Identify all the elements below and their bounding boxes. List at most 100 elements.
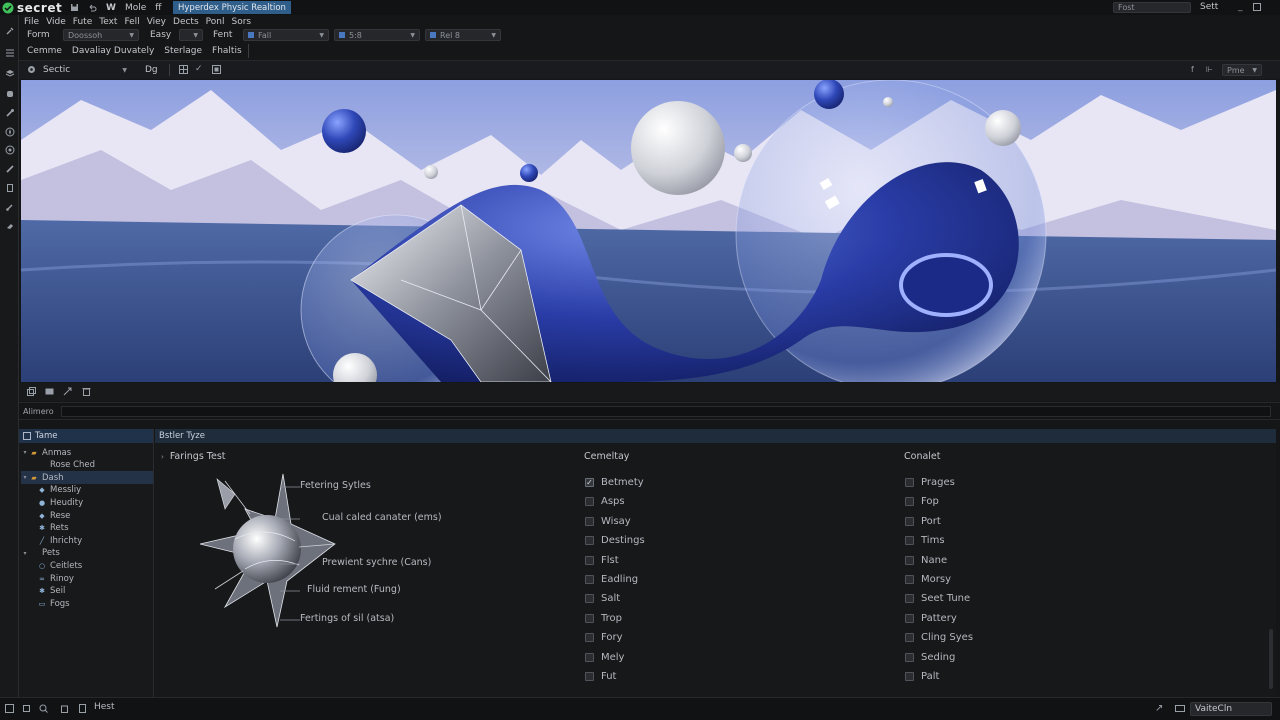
checkbox[interactable] — [905, 575, 914, 584]
option-row[interactable]: Fory — [585, 632, 623, 643]
option-row[interactable]: Destings — [585, 535, 645, 546]
option-row[interactable]: Prages — [905, 477, 955, 488]
checkbox[interactable] — [905, 594, 914, 604]
menu-fell[interactable]: Fell — [124, 17, 139, 27]
checkbox[interactable] — [585, 555, 594, 565]
option-row[interactable]: Pattery — [905, 613, 957, 624]
share-icon[interactable]: ↗ — [1155, 703, 1163, 714]
scrollbar[interactable] — [1269, 629, 1273, 689]
checkbox[interactable] — [905, 633, 914, 643]
search-input[interactable]: Fost — [1113, 2, 1191, 13]
section-heading[interactable]: › Farings Test — [161, 451, 226, 462]
tree-item[interactable]: ▾ Pets — [21, 547, 153, 560]
tree-item[interactable]: ▾ ▰ Dash — [21, 471, 153, 485]
option-row[interactable]: Asps — [585, 496, 625, 507]
checkbox[interactable] — [905, 672, 914, 681]
maximize-icon[interactable] — [1252, 3, 1261, 11]
option-row[interactable]: Nane — [905, 555, 947, 566]
frame-icon[interactable] — [212, 65, 221, 74]
tab-davaliay[interactable]: Davaliay Duvately — [72, 46, 154, 56]
tree-item[interactable]: ○ Ceitlets — [21, 559, 153, 572]
option-row[interactable]: Port — [905, 516, 941, 527]
trash-icon[interactable] — [60, 704, 69, 713]
checkbox[interactable] — [585, 536, 594, 546]
status-left-label[interactable]: Hest — [94, 702, 115, 712]
wave-icon[interactable]: W — [106, 3, 116, 13]
form-select[interactable]: Doossoh ▼ — [63, 29, 139, 41]
tree-item[interactable]: ✱ Seil — [21, 585, 153, 598]
frame-icon[interactable]: ⊩ — [1206, 65, 1213, 74]
menu-vide[interactable]: Vide — [46, 17, 66, 27]
grid-icon[interactable] — [5, 704, 14, 713]
chevron-down-icon[interactable]: ▾ — [21, 449, 29, 456]
checkbox[interactable] — [905, 555, 914, 565]
tree-item[interactable]: ∞ Rinoy — [21, 572, 153, 585]
option-row[interactable]: Wisay — [585, 516, 631, 527]
tree-item[interactable]: ✱ Rets — [21, 522, 153, 535]
chevron-down-icon[interactable]: ▾ — [21, 474, 29, 481]
rel-field[interactable]: Rel 8 ▼ — [425, 29, 501, 41]
checkbox[interactable] — [585, 594, 594, 604]
frame-icon[interactable] — [22, 704, 31, 713]
mode-icon[interactable]: Mole — [125, 3, 146, 13]
film-icon[interactable] — [45, 387, 54, 396]
tree-item[interactable]: ╱ Ihrichty — [21, 534, 153, 547]
target-icon[interactable] — [3, 143, 17, 157]
tree-item[interactable]: ▾ ▰ Anmas — [21, 446, 153, 459]
compass-icon[interactable] — [3, 125, 17, 139]
option-row[interactable]: ✓ Betmety — [585, 477, 644, 488]
copy-icon[interactable] — [27, 387, 36, 396]
trash-icon[interactable] — [82, 387, 91, 396]
option-row[interactable]: Eadling — [585, 574, 638, 585]
viewport[interactable] — [21, 80, 1276, 382]
undo-icon[interactable] — [88, 3, 97, 12]
checkbox[interactable] — [905, 652, 914, 662]
option-row[interactable]: Morsy — [905, 574, 951, 585]
checkbox[interactable] — [585, 652, 594, 662]
tab-fhaltis[interactable]: Fhaltis — [212, 46, 242, 56]
document-tab[interactable]: Hyperdex Physic Realtion — [173, 1, 291, 14]
hand-icon[interactable] — [3, 86, 17, 100]
brush-icon[interactable] — [3, 200, 17, 214]
checkbox[interactable] — [905, 478, 914, 487]
chevron-down-icon[interactable]: ▾ — [21, 550, 29, 557]
menu-icon[interactable] — [3, 46, 17, 60]
document-icon[interactable] — [78, 704, 87, 713]
option-row[interactable]: Seet Tune — [905, 593, 970, 604]
checkbox[interactable] — [905, 536, 914, 546]
checkbox[interactable] — [585, 516, 594, 526]
tree-item[interactable]: ◆ Rese — [21, 509, 153, 522]
fill-field[interactable]: Fall ▼ — [243, 29, 329, 41]
menu-text[interactable]: Text — [99, 17, 117, 27]
checkbox[interactable] — [585, 613, 594, 623]
option-row[interactable]: Tims — [905, 535, 945, 546]
menu-fute[interactable]: Fute — [73, 17, 92, 27]
menu-sors[interactable]: Sors — [231, 17, 251, 27]
function-icon[interactable]: ff — [155, 3, 161, 13]
tab-sterlage[interactable]: Sterlage — [164, 46, 202, 56]
tree-item[interactable]: Rose Ched — [21, 459, 153, 472]
tree-item[interactable]: ◆ Messliy — [21, 484, 153, 497]
minimize-icon[interactable]: _ — [1238, 2, 1243, 12]
checkbox[interactable]: ✓ — [585, 478, 594, 487]
timeline-scrub[interactable] — [61, 406, 1271, 417]
gear-icon[interactable] — [27, 65, 36, 74]
wrench-icon[interactable] — [3, 106, 17, 120]
option-row[interactable]: Salt — [585, 593, 620, 604]
timeline-track[interactable]: Alimero — [19, 402, 1280, 420]
check-icon[interactable]: ✓ — [195, 64, 203, 74]
menu-viey[interactable]: Viey — [147, 17, 166, 27]
dropper-icon[interactable] — [3, 24, 17, 38]
option-row[interactable]: Fut — [585, 671, 616, 682]
option-row[interactable]: Fop — [905, 496, 939, 507]
option-row[interactable]: Trop — [585, 613, 622, 624]
checkbox[interactable] — [585, 497, 594, 507]
share-icon[interactable] — [63, 387, 72, 396]
menu-file[interactable]: File — [24, 17, 39, 27]
checkbox[interactable] — [585, 672, 594, 681]
checkbox[interactable] — [585, 633, 594, 643]
section-select[interactable]: Sectic ▼ — [39, 64, 131, 76]
checkbox[interactable] — [905, 613, 914, 623]
option-row[interactable]: Palt — [905, 671, 939, 682]
easy-select[interactable]: ▼ — [179, 29, 203, 41]
